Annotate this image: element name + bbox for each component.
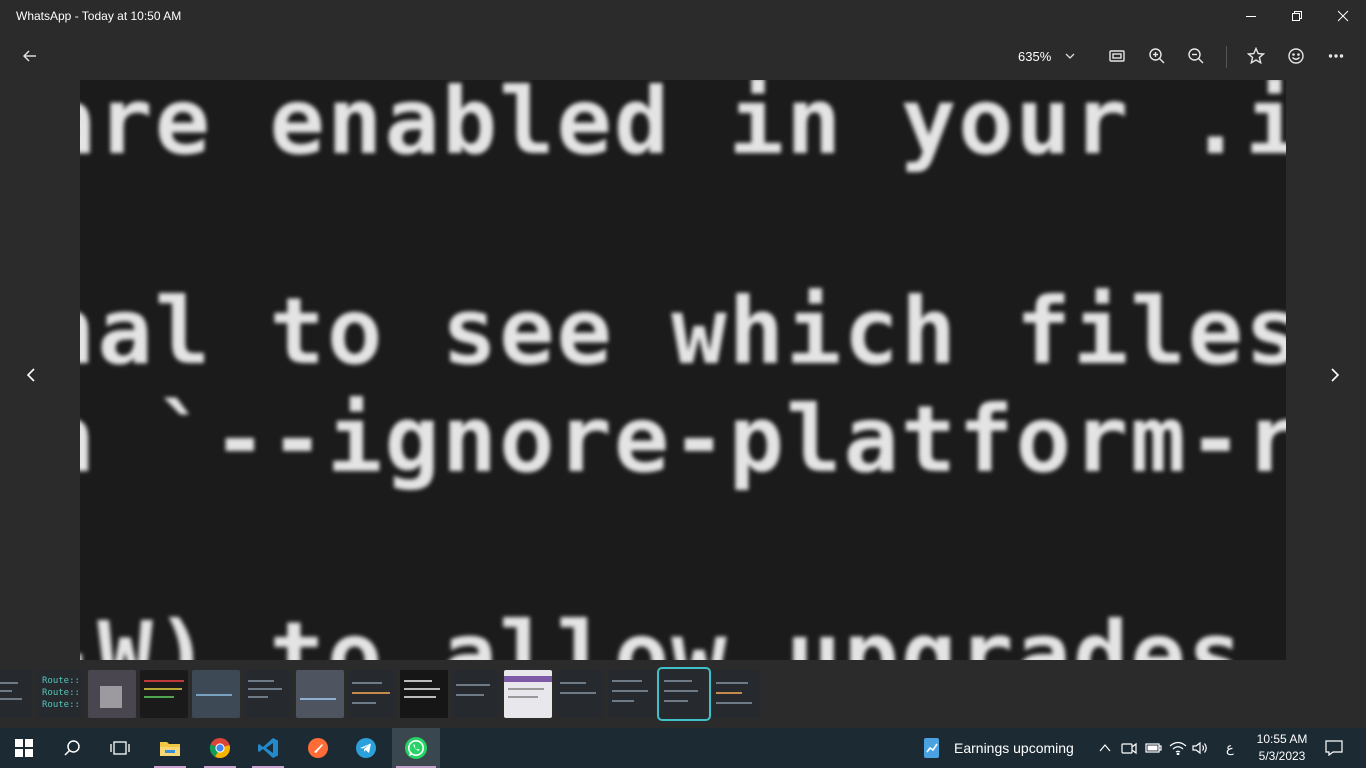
code-line-4: -W) to allow upgrades, do (80, 602, 1286, 660)
stock-chart-icon (924, 738, 939, 758)
postman-icon (308, 738, 328, 758)
zoom-in-icon (1149, 48, 1165, 64)
back-button[interactable] (12, 38, 48, 74)
filmstrip-thumbnail[interactable] (348, 670, 396, 718)
next-image-button[interactable] (1319, 360, 1349, 390)
window-title: WhatsApp - Today at 10:50 AM (16, 9, 182, 23)
search-button[interactable] (48, 728, 96, 768)
input-language-indicator[interactable]: ع (1226, 728, 1234, 768)
camera-icon (1121, 742, 1137, 755)
fit-screen-icon (1109, 50, 1125, 62)
chevron-left-icon (26, 368, 35, 382)
taskbar-vscode[interactable] (244, 728, 292, 768)
chevron-up-icon (1099, 744, 1111, 752)
filmstrip-thumbnail[interactable] (244, 670, 292, 718)
restore-icon (1292, 11, 1302, 21)
code-line-3: n `--ignore-platform-req=ex (80, 386, 1286, 493)
filmstrip-thumbnail[interactable] (712, 670, 760, 718)
more-options-button[interactable] (1318, 38, 1354, 74)
chevron-down-icon (1065, 53, 1075, 59)
taskbar-file-explorer[interactable] (146, 728, 194, 768)
code-line-1: are enabled in your .ini fi (80, 80, 1286, 175)
wifi-icon (1169, 741, 1187, 755)
filmstrip-thumbnail[interactable] (140, 670, 188, 718)
viewer-toolbar: 635% (0, 32, 1366, 80)
task-view-icon (110, 741, 130, 755)
start-button[interactable] (0, 728, 48, 768)
filmstrip-thumbnail[interactable] (0, 670, 32, 718)
speaker-icon (1192, 741, 1207, 755)
more-options-icon (1328, 54, 1344, 58)
taskbar-telegram[interactable] (342, 728, 390, 768)
toolbar-divider (1226, 46, 1227, 68)
taskbar: Earnings upcoming ع 10:55 AM 5/3/2023 (0, 728, 1366, 768)
filmstrip-thumbnail-selected[interactable] (657, 667, 711, 721)
feedback-button[interactable] (1278, 38, 1314, 74)
minimize-button[interactable] (1228, 0, 1274, 32)
filmstrip-thumbnail[interactable] (504, 670, 552, 718)
taskbar-whatsapp[interactable] (392, 728, 440, 768)
notification-icon (1325, 740, 1343, 756)
news-widget-label: Earnings upcoming (954, 740, 1074, 756)
code-line-2: nal to see which files are (80, 278, 1286, 385)
fit-to-screen-button[interactable] (1099, 38, 1135, 74)
zoomed-screenshot-image[interactable]: are enabled in your .ini fi nal to see w… (80, 80, 1286, 660)
zoom-level-dropdown[interactable]: 635% (1008, 38, 1088, 74)
whatsapp-icon (405, 737, 427, 759)
telegram-icon (356, 738, 376, 758)
search-icon (64, 740, 80, 756)
close-button[interactable] (1320, 0, 1366, 32)
zoom-level-value: 635% (1018, 48, 1052, 64)
zoom-in-button[interactable] (1139, 38, 1175, 74)
show-hidden-icons-button[interactable] (1094, 728, 1116, 768)
chrome-icon (209, 738, 230, 759)
system-clock[interactable]: 10:55 AM 5/3/2023 (1250, 731, 1314, 765)
favorite-star-icon (1247, 47, 1265, 65)
title-bar: WhatsApp - Today at 10:50 AM (0, 0, 1366, 32)
taskbar-chrome[interactable] (196, 728, 244, 768)
filmstrip-thumbnail[interactable] (192, 670, 240, 718)
image-viewer: are enabled in your .ini fi nal to see w… (0, 80, 1366, 660)
minimize-icon (1246, 16, 1256, 17)
meet-now-button[interactable] (1118, 728, 1140, 768)
chevron-right-icon (1331, 368, 1340, 382)
clock-date: 5/3/2023 (1258, 749, 1306, 763)
windows-logo-icon (15, 739, 33, 757)
task-view-button[interactable] (96, 728, 144, 768)
news-widget[interactable]: Earnings upcoming (922, 728, 1074, 768)
filmstrip: Route:: Route:: Route:: (0, 660, 1366, 728)
battery-icon (1145, 743, 1162, 753)
filmstrip-thumbnail[interactable] (296, 670, 344, 718)
filmstrip-thumbnail[interactable] (608, 670, 656, 718)
action-center-button[interactable] (1322, 728, 1346, 768)
thumbnail-text: Route:: Route:: Route:: (42, 676, 80, 710)
back-arrow-icon (23, 50, 36, 62)
filmstrip-thumbnail[interactable]: Route:: Route:: Route:: (36, 670, 84, 718)
battery-button[interactable] (1142, 728, 1164, 768)
input-language-label: ع (1226, 740, 1234, 755)
filmstrip-thumbnail[interactable] (400, 670, 448, 718)
clock-time: 10:55 AM (1256, 732, 1308, 746)
volume-button[interactable] (1190, 728, 1212, 768)
favorite-button[interactable] (1238, 38, 1274, 74)
folder-icon (160, 742, 180, 756)
filmstrip-thumbnail[interactable] (88, 670, 136, 718)
filmstrip-thumbnail[interactable] (452, 670, 500, 718)
feedback-smiley-icon (1288, 48, 1304, 64)
network-button[interactable] (1167, 728, 1189, 768)
close-icon (1337, 10, 1349, 22)
vscode-icon (258, 738, 278, 758)
zoom-out-icon (1188, 48, 1204, 64)
restore-button[interactable] (1274, 0, 1320, 32)
zoom-out-button[interactable] (1178, 38, 1214, 74)
previous-image-button[interactable] (17, 360, 47, 390)
taskbar-postman[interactable] (294, 728, 342, 768)
filmstrip-thumbnail[interactable] (556, 670, 604, 718)
